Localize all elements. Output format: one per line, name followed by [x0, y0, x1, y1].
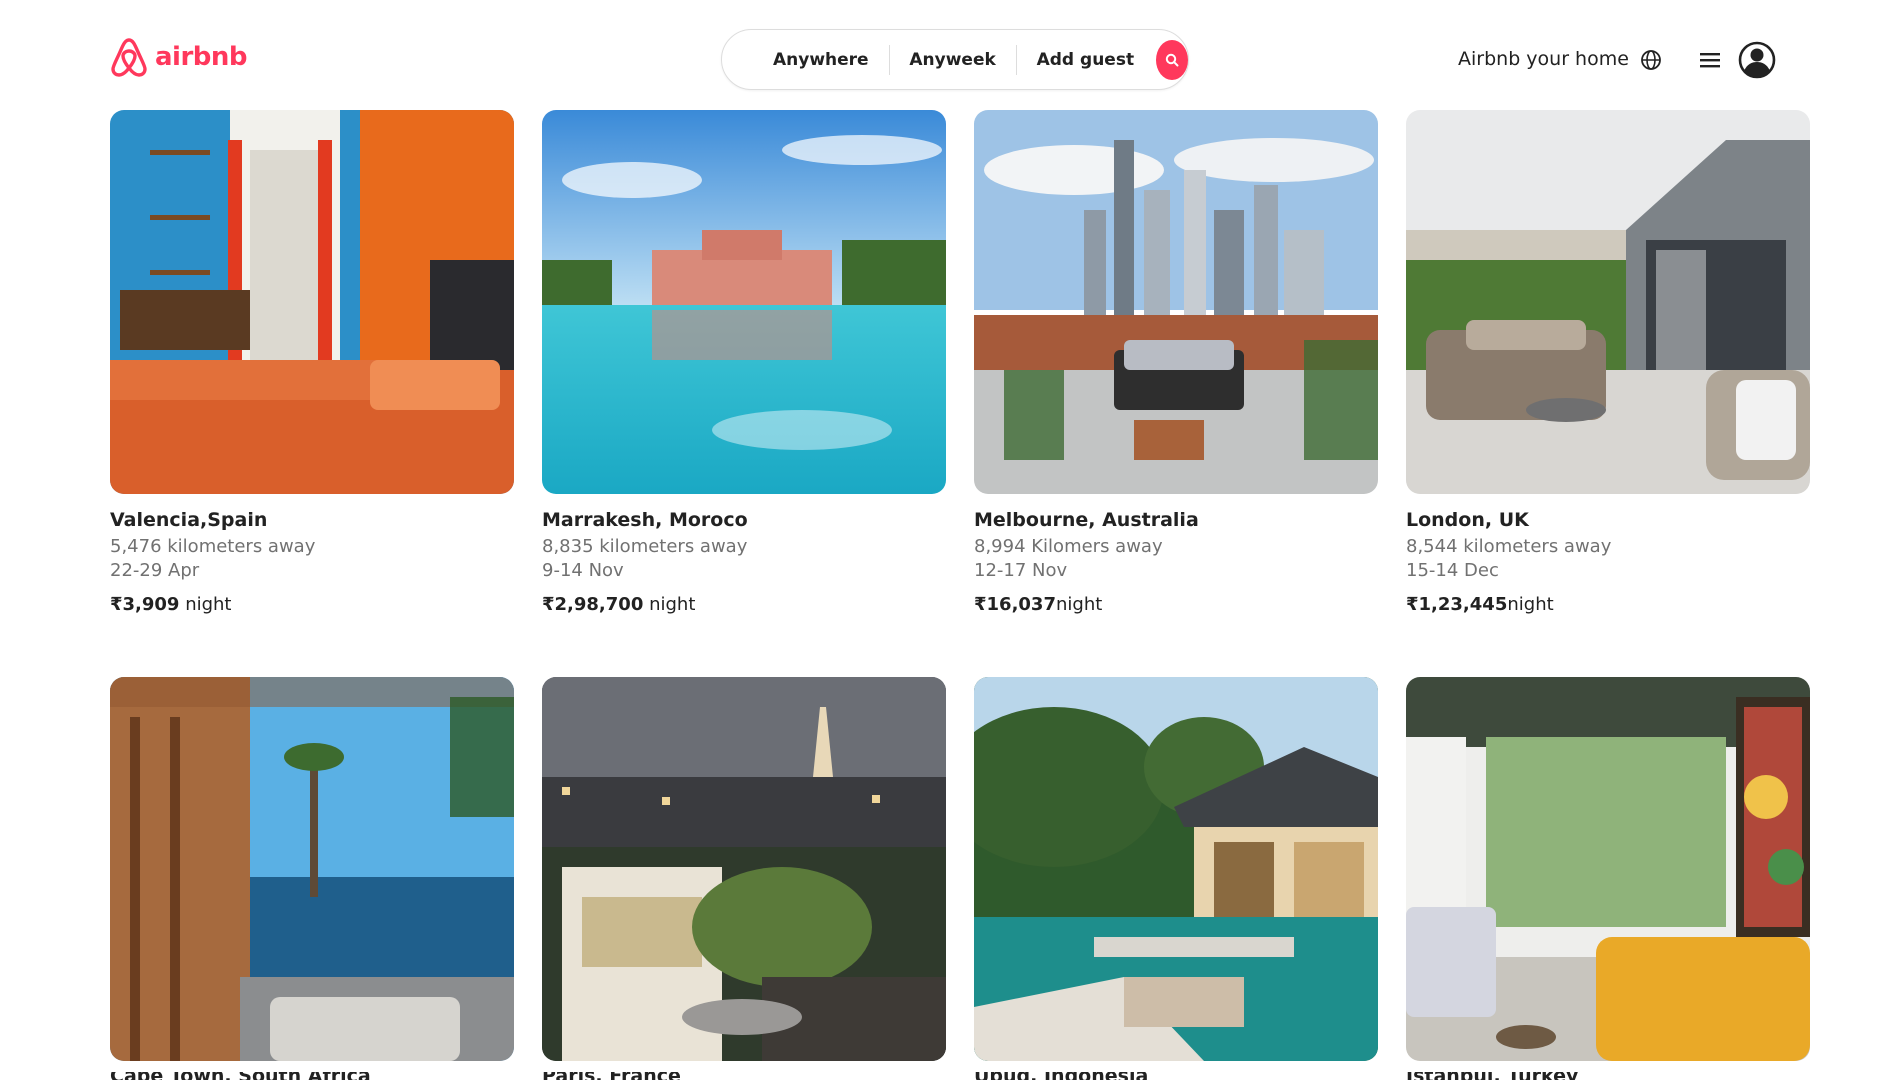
- price-unit: night: [1507, 594, 1554, 615]
- listing-photo-jungle-villa[interactable]: [974, 677, 1378, 1061]
- price-amount: ₹16,037: [974, 594, 1056, 615]
- listing-title: Marrakesh, Moroco: [542, 509, 748, 531]
- listing-title: London, UK: [1406, 509, 1529, 531]
- airbnb-logo[interactable]: airbnb: [110, 37, 248, 77]
- price-amount: ₹3,909: [110, 594, 180, 615]
- listing-dates: 12-17 Nov: [974, 560, 1068, 581]
- price-amount: ₹2,98,700: [542, 594, 644, 615]
- listing-photo-london[interactable]: [1406, 110, 1810, 494]
- listing-title: Melbourne, Australia: [974, 509, 1199, 531]
- price-unit: night: [179, 594, 232, 615]
- listing-price: ₹3,909 night: [110, 594, 514, 615]
- listing-price: ₹16,037night: [974, 594, 1378, 615]
- listing-title-partial: Istanbul, Turkey: [1406, 1072, 1578, 1080]
- listing-distance: 8,994 Kilomers away: [974, 536, 1163, 557]
- listing-card[interactable]: [974, 677, 1378, 1061]
- listing-dates: 22-29 Apr: [110, 560, 200, 581]
- listing-card[interactable]: [1406, 677, 1810, 1061]
- price-unit: night: [643, 594, 696, 615]
- listing-card[interactable]: London, UK 8,544 kilometers away 15-14 D…: [1406, 110, 1810, 615]
- menu-icon[interactable]: [1700, 52, 1720, 68]
- listing-distance: 8,835 kilometers away: [542, 536, 748, 557]
- search-add-guest[interactable]: Add guest: [1017, 50, 1154, 70]
- listing-distance: 8,544 kilometers away: [1406, 536, 1612, 557]
- search-anywhere[interactable]: Anywhere: [722, 50, 889, 70]
- listing-card[interactable]: Valencia,Spain 5,476 kilometers away 22-…: [110, 110, 514, 615]
- listing-card[interactable]: Marrakesh, Moroco 8,835 kilometers away …: [542, 110, 946, 615]
- listing-card[interactable]: [542, 677, 946, 1061]
- avatar-icon[interactable]: [1738, 41, 1776, 79]
- listing-photo-marrakesh[interactable]: [542, 110, 946, 494]
- price-amount: ₹1,23,445: [1406, 594, 1508, 615]
- listing-dates: 9-14 Nov: [542, 560, 624, 581]
- price-unit: night: [1055, 594, 1103, 615]
- listing-card[interactable]: [110, 677, 514, 1061]
- listing-photo-coastal-villa[interactable]: [110, 677, 514, 1061]
- search-button[interactable]: [1156, 39, 1188, 80]
- listing-photo-melbourne[interactable]: [974, 110, 1378, 494]
- listing-price: ₹2,98,700 night: [542, 594, 946, 615]
- listing-title: Valencia,Spain: [110, 509, 268, 531]
- search-bar[interactable]: Anywhere Anyweek Add guest: [721, 29, 1189, 90]
- listing-price: ₹1,23,445night: [1406, 594, 1810, 615]
- listing-card[interactable]: Melbourne, Australia 8,994 Kilomers away…: [974, 110, 1378, 615]
- listing-title-partial: Cape Town, South Africa: [110, 1072, 371, 1080]
- search-anyweek[interactable]: Anyweek: [889, 50, 1015, 70]
- listing-distance: 5,476 kilometers away: [110, 536, 316, 557]
- globe-icon[interactable]: [1640, 49, 1662, 71]
- airbnb-logo-icon: [111, 38, 147, 77]
- listing-dates: 15-14 Dec: [1406, 560, 1499, 581]
- top-navbar: airbnb Anywhere Anyweek Add guest Airbnb…: [0, 0, 1897, 108]
- listing-title-partial: Paris, France: [542, 1072, 681, 1080]
- listing-photo-paris[interactable]: [542, 677, 946, 1061]
- host-your-home-link[interactable]: Airbnb your home: [1458, 48, 1629, 70]
- listing-title-partial: Ubud, Indonesia: [974, 1072, 1148, 1080]
- search-icon: [1165, 53, 1179, 66]
- listing-photo-valencia[interactable]: [110, 110, 514, 494]
- listing-photo-istanbul[interactable]: [1406, 677, 1810, 1061]
- logo-wordmark: airbnb: [155, 42, 248, 72]
